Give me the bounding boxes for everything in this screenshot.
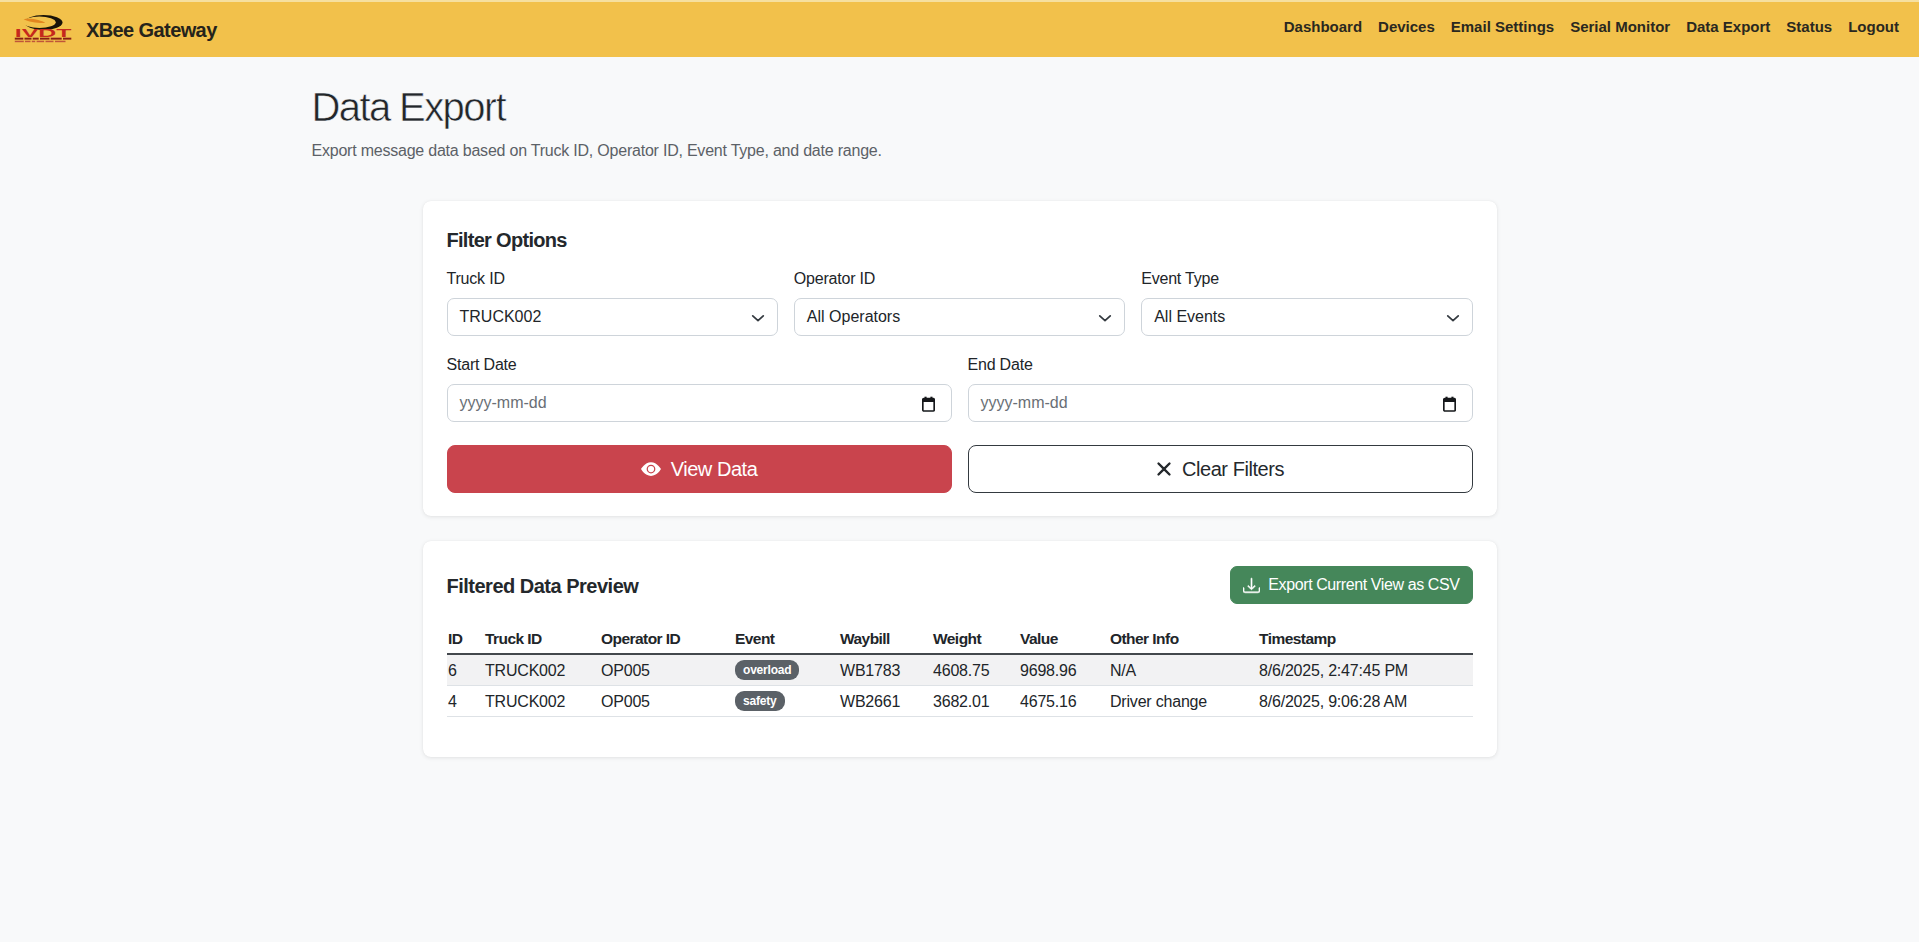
svg-text:IVDT: IVDT xyxy=(15,27,73,39)
